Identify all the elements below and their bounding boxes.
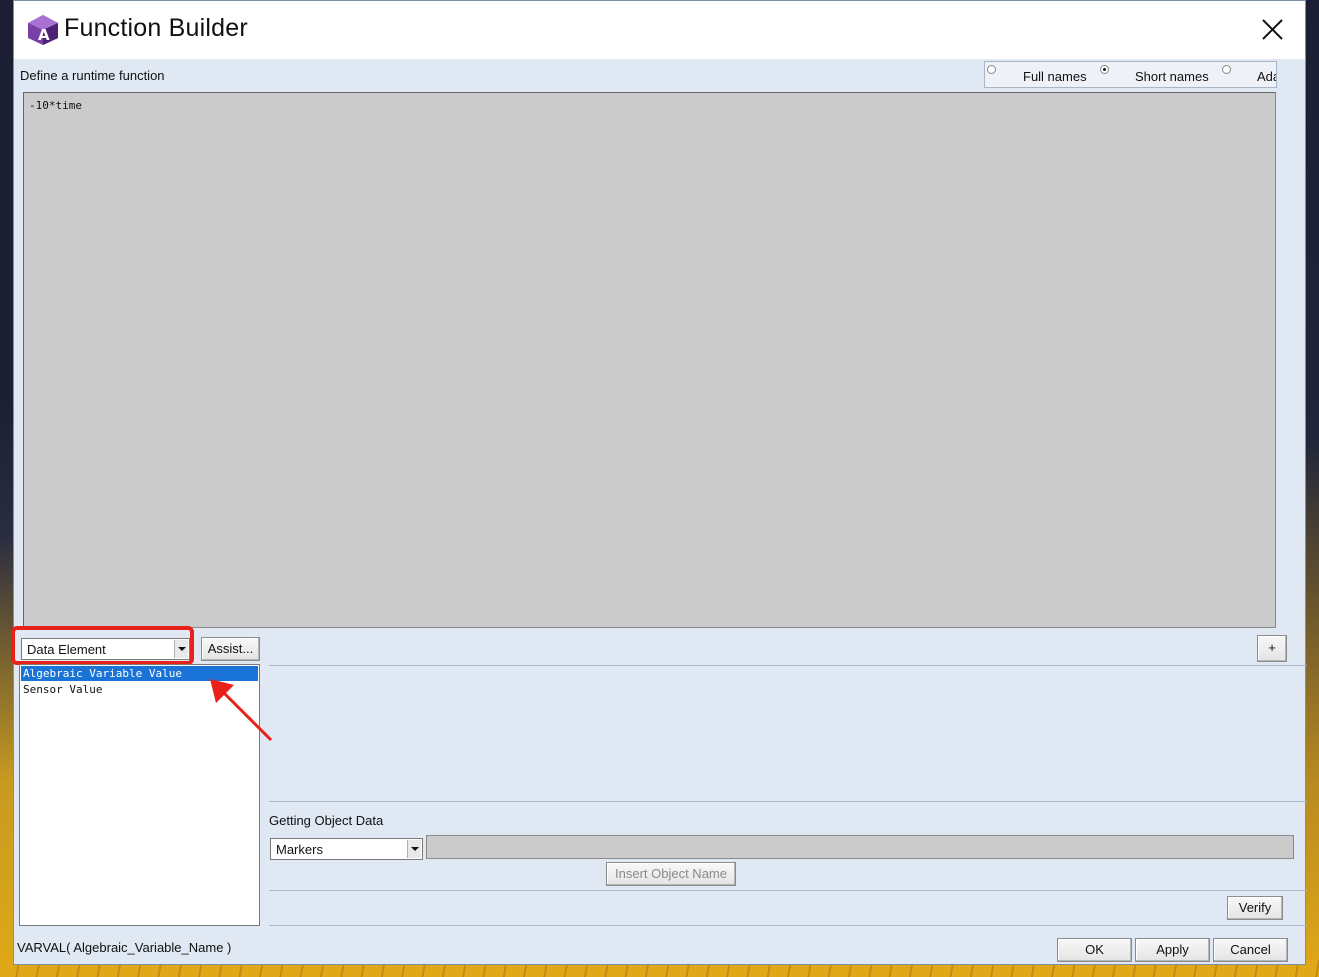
short-names-radio[interactable] [1100,65,1109,74]
insert-object-name-button[interactable]: Insert Object Name [606,862,736,886]
title-bar: A Function Builder [14,1,1305,59]
function-builder-dialog: A Function Builder Define a runtime func… [11,0,1307,965]
desktop-background-right [1306,0,1319,977]
separator-top [269,665,1307,666]
separator-lower [269,890,1307,891]
short-names-label[interactable]: Short names [1135,69,1209,84]
editor-label: Define a runtime function [20,68,165,83]
apply-button[interactable]: Apply [1135,938,1210,962]
object-type-dropdown[interactable]: Markers [270,838,423,860]
window-title: Function Builder [64,14,248,42]
chevron-down-icon[interactable] [407,840,421,858]
close-icon[interactable] [1246,9,1298,51]
function-signature: VARVAL( Algebraic_Variable_Name ) [17,940,232,955]
separator-middle [269,801,1307,802]
ada-names-radio[interactable] [1222,65,1231,74]
ada-names-label[interactable]: Ada [1257,69,1276,84]
full-names-radio[interactable] [987,65,996,74]
category-dropdown[interactable]: Data Element [21,638,190,660]
assist-button[interactable]: Assist... [201,637,260,661]
chevron-down-icon[interactable] [174,640,188,658]
name-display-radio-group: Full names Short names Ada [984,61,1277,88]
separator-bottom [269,925,1307,926]
object-type-selected-value: Markers [276,842,323,857]
function-editor[interactable]: -10*time [23,92,1276,628]
ok-button[interactable]: OK [1057,938,1132,962]
function-expression: -10*time [29,99,82,112]
svg-text:A: A [38,26,50,44]
category-selected-value: Data Element [27,642,106,657]
verify-button[interactable]: Verify [1227,896,1283,920]
cancel-button[interactable]: Cancel [1213,938,1288,962]
object-data-heading: Getting Object Data [269,813,384,828]
app-logo-icon: A [28,15,58,45]
full-names-label[interactable]: Full names [1023,69,1087,84]
annotation-arrow-icon [210,679,273,742]
expand-plus-button[interactable]: + [1257,635,1287,662]
object-name-field[interactable] [426,835,1294,859]
desktop-background-left [0,0,13,977]
